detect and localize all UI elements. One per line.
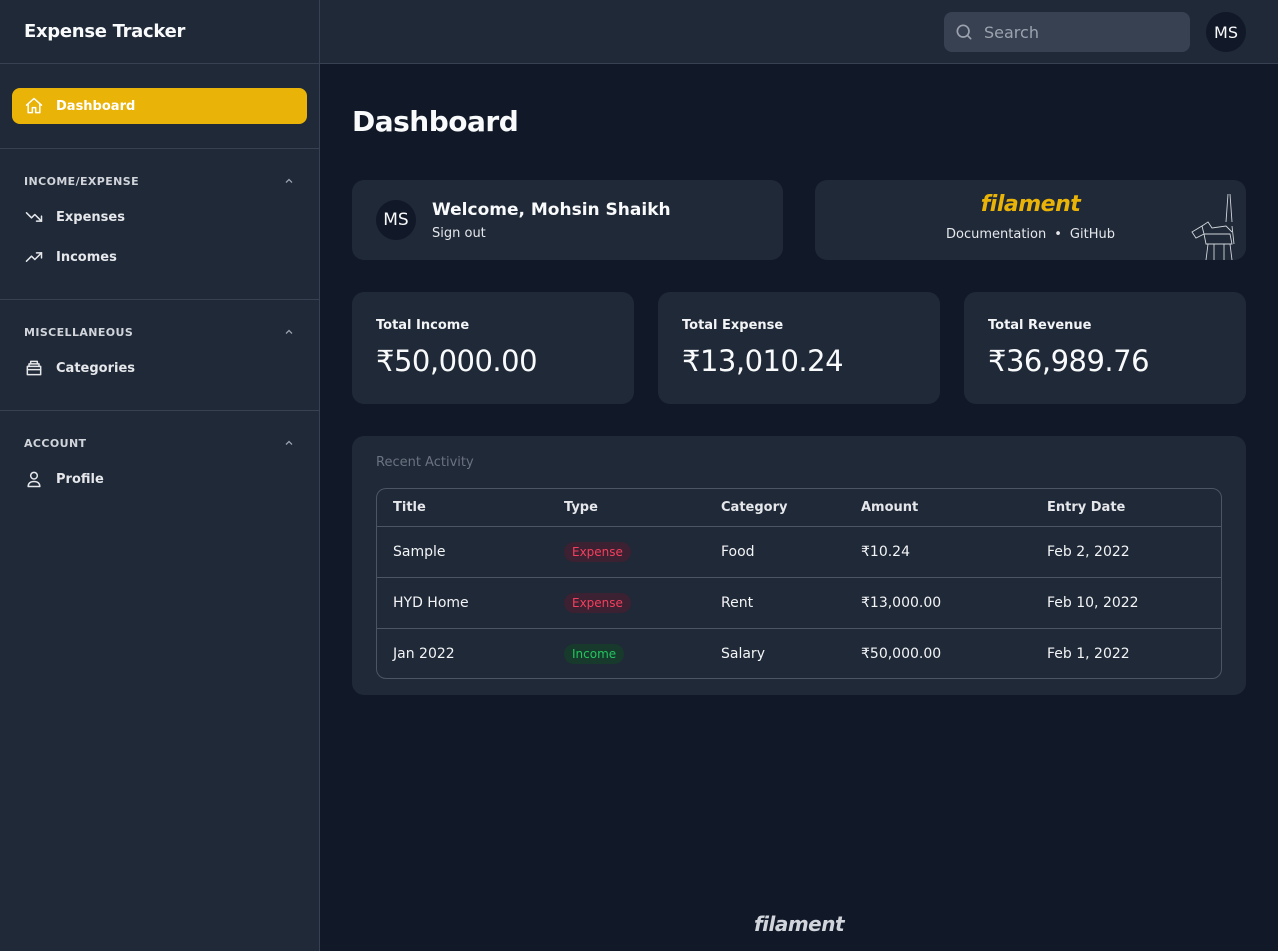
stat-label: Total Expense [682, 318, 784, 333]
group-label: ACCOUNT [24, 436, 87, 450]
type-badge: Income [564, 643, 625, 664]
trending-up-icon [25, 252, 43, 262]
table-row[interactable]: HYD Home Expense Rent ₹13,000.00 Feb 10,… [377, 577, 1221, 629]
chevron-up-icon[interactable] [283, 326, 295, 338]
column-header: Entry Date [1047, 489, 1221, 527]
sidebar-item-profile[interactable]: Profile [12, 459, 307, 499]
group-miscellaneous: MISCELLANEOUS Categories [12, 300, 307, 388]
welcome-card: MS Welcome, Mohsin Shaikh Sign out [352, 180, 783, 260]
user-avatar[interactable]: MS [1206, 12, 1246, 52]
column-header: Category [721, 489, 861, 527]
sidebar-item-incomes[interactable]: Incomes [12, 237, 307, 277]
mascot-icon [1191, 193, 1235, 260]
group-header[interactable]: INCOME/EXPENSE [12, 173, 307, 189]
group-label: MISCELLANEOUS [24, 325, 134, 339]
sign-out-link[interactable]: Sign out [432, 226, 486, 241]
footer-filament-logo[interactable]: filament [320, 912, 1278, 936]
sidebar-item-label: Profile [56, 471, 104, 487]
type-badge: Expense [564, 541, 631, 562]
column-header: Title [377, 489, 564, 527]
cell-amount: ₹10.24 [861, 526, 1047, 578]
cell-date: Feb 1, 2022 [1047, 645, 1130, 662]
group-header[interactable]: ACCOUNT [12, 435, 307, 451]
stat-total-expense: Total Expense ₹13,010.24 [658, 292, 940, 404]
cell-category: Rent [721, 577, 861, 629]
cell-title: Sample [377, 526, 564, 578]
cell-title: HYD Home [377, 577, 564, 629]
stat-label: Total Revenue [988, 318, 1092, 333]
separator: • [1054, 227, 1062, 242]
cell-amount: ₹13,000.00 [861, 577, 1047, 629]
sidebar-item-expenses[interactable]: Expenses [12, 197, 307, 237]
stat-total-income: Total Income ₹50,000.00 [352, 292, 634, 404]
type-badge: Expense [564, 592, 631, 613]
sidebar-item-label: Incomes [56, 249, 117, 265]
section-heading: Recent Activity [376, 455, 474, 470]
activity-table: Title Type Category Amount Entry Date Sa… [376, 488, 1222, 679]
topbar: MS [320, 0, 1278, 64]
sidebar: Expense Tracker Dashboard INCOME/EXPENSE… [0, 0, 320, 951]
table-row[interactable]: Sample Expense Food ₹10.24 Feb 2, 2022 [377, 526, 1221, 578]
cell-date: Feb 10, 2022 [1047, 577, 1221, 629]
trending-down-icon [25, 212, 43, 222]
avatar: MS [376, 200, 416, 240]
group-header[interactable]: MISCELLANEOUS [12, 324, 307, 340]
column-header: Type [564, 489, 721, 527]
stat-label: Total Income [376, 318, 470, 333]
app-title: Expense Tracker [0, 0, 319, 64]
sidebar-item-label: Categories [56, 360, 136, 376]
user-icon [27, 471, 41, 488]
sidebar-nav: Dashboard INCOME/EXPENSE Expenses Income… [0, 64, 319, 499]
column-header: Amount [861, 489, 1047, 527]
cell-category: Salary [721, 645, 765, 662]
group-income-expense: INCOME/EXPENSE Expenses Incomes [12, 149, 307, 277]
sidebar-item-label: Expenses [56, 209, 125, 225]
sidebar-item-label: Dashboard [56, 98, 136, 114]
filament-logo[interactable]: filament [815, 192, 1246, 217]
table-row[interactable]: Jan 2022 Income Salary ₹50,000.00 Feb 1,… [377, 628, 1221, 678]
welcome-greeting: Welcome, Mohsin Shaikh [432, 200, 671, 220]
chevron-up-icon[interactable] [283, 437, 295, 449]
stat-value: ₹13,010.24 [682, 344, 844, 378]
documentation-link[interactable]: Documentation [946, 227, 1046, 242]
cell-date: Feb 2, 2022 [1047, 526, 1221, 578]
filament-links: Documentation • GitHub [815, 227, 1246, 242]
cell-amount: ₹50,000.00 [861, 645, 942, 662]
table-header-row: Title Type Category Amount Entry Date [377, 489, 1221, 527]
sidebar-item-categories[interactable]: Categories [12, 348, 307, 388]
search-box[interactable] [944, 12, 1190, 52]
recent-activity-card: Recent Activity Title Type Category Amou… [352, 436, 1246, 695]
chevron-up-icon[interactable] [283, 175, 295, 187]
stat-value: ₹36,989.76 [988, 344, 1150, 378]
filament-info-card: filament Documentation • GitHub [815, 180, 1246, 260]
group-label: INCOME/EXPENSE [24, 174, 140, 188]
stat-value: ₹50,000.00 [376, 344, 538, 378]
home-icon [25, 97, 43, 114]
stat-total-revenue: Total Revenue ₹36,989.76 [964, 292, 1246, 404]
page-title: Dashboard [352, 105, 519, 138]
sidebar-item-dashboard[interactable]: Dashboard [12, 88, 307, 124]
search-icon [956, 24, 972, 40]
cell-category: Food [721, 526, 861, 578]
archive-icon [26, 360, 42, 376]
github-link[interactable]: GitHub [1070, 227, 1115, 242]
main-content: Dashboard MS Welcome, Mohsin Shaikh Sign… [352, 64, 1246, 695]
search-input[interactable] [984, 22, 1164, 42]
cell-title: Jan 2022 [393, 645, 455, 662]
group-account: ACCOUNT Profile [12, 411, 307, 499]
